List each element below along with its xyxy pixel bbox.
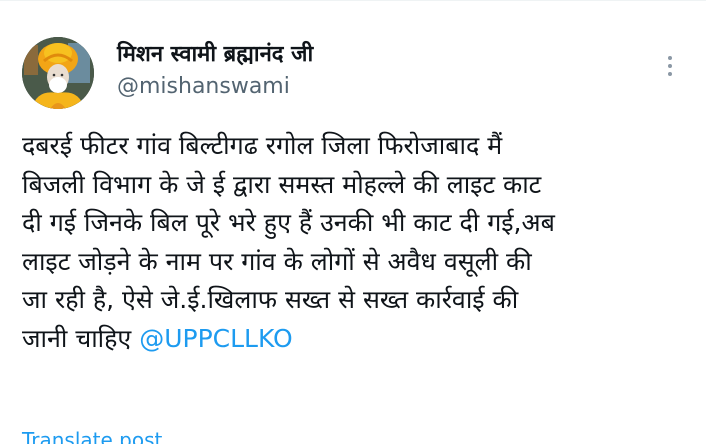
more-options-icon[interactable] xyxy=(656,49,684,83)
dot xyxy=(668,72,672,76)
tweet-text-line: जानी चाहिए xyxy=(22,323,140,353)
dot xyxy=(668,64,672,68)
tweet-text-line: दबरई फीटर गांव बिल्टीगढ रगोल जिला फिरोजा… xyxy=(22,131,503,160)
mention-link[interactable]: @UPPCLLKO xyxy=(139,324,292,353)
author-handle[interactable]: @mishanswami xyxy=(117,73,290,101)
tweet-text: दबरई फीटर गांव बिल्टीगढ रगोल जिला फिरोजा… xyxy=(22,127,694,358)
tweet-text-line: दी गई जिनके बिल पूरे भरे हुए हैं उनकी भी… xyxy=(22,208,555,237)
tweet-text-line-last: जानी चाहिए @UPPCLLKO xyxy=(22,320,694,359)
author-display-name[interactable]: मिशन स्वामी ब्रह्मानंद जी xyxy=(117,41,313,69)
tweet-text-line: बिजली विभाग के जे ई द्वारा समस्त मोहल्ले… xyxy=(22,169,542,199)
translate-post-link[interactable]: Translate post xyxy=(22,427,162,444)
profile-photo-icon xyxy=(22,37,94,109)
tweet-text-line: जा रही है, ऐसे जे.ई.खिलाफ सख्त से सख्त क… xyxy=(22,285,519,314)
tweet-text-line: लाइट जोड़ने के नाम पर गांव के लोगों से अ… xyxy=(22,246,532,276)
tweet-card: मिशन स्वामी ब्रह्मानंद जी @mishanswami द… xyxy=(0,0,706,444)
dot xyxy=(668,56,672,60)
author-avatar[interactable] xyxy=(22,37,94,109)
